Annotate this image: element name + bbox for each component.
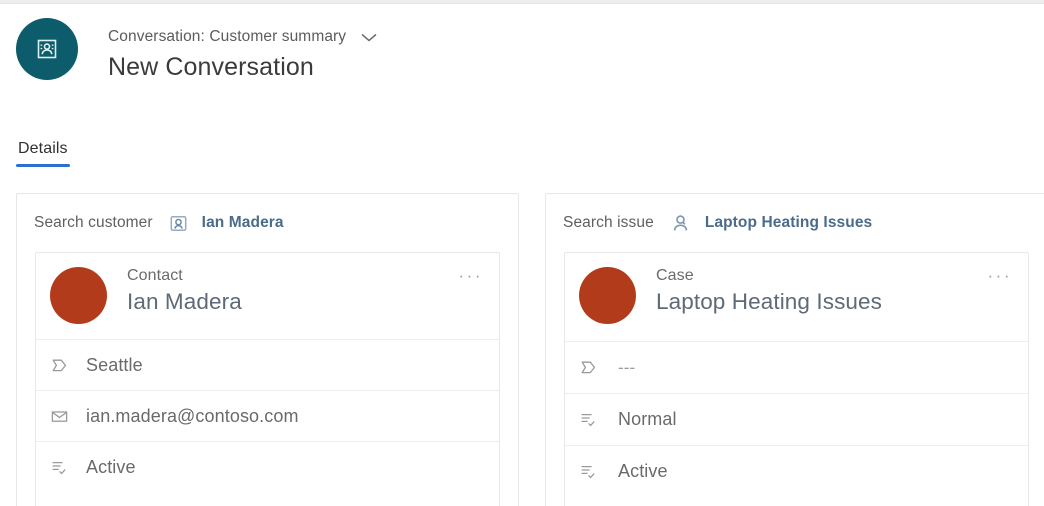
status-list-icon: [580, 464, 604, 479]
contact-detail-row-location: Seattle: [36, 339, 499, 390]
case-status-value: Active: [618, 461, 668, 481]
issue-summary-card: Search issue Laptop Heating Issues Case …: [545, 193, 1044, 506]
case-overflow-menu-button[interactable]: ···: [988, 267, 1012, 284]
issue-search-row[interactable]: Search issue Laptop Heating Issues: [546, 194, 1044, 252]
customer-search-label: Search customer: [34, 214, 153, 231]
issue-search-label: Search issue: [563, 214, 654, 231]
contact-status-value: Active: [86, 456, 136, 477]
customer-summary-card: Search customer Ian Madera Contact Ian M…: [16, 193, 519, 506]
conversation-icon: [16, 18, 78, 80]
case-record-type: Case: [656, 267, 694, 284]
window-top-strip: [0, 0, 1044, 4]
case-detail-row-status: Active: [565, 445, 1028, 497]
contact-record-heading: Contact Ian Madera: [127, 265, 242, 315]
avatar: [579, 267, 636, 324]
conversation-summary-page: Conversation: Customer summary New Conve…: [0, 0, 1044, 506]
header-subtitle: Conversation: Customer summary: [108, 28, 347, 45]
tab-details-label: Details: [18, 140, 68, 157]
page-title: New Conversation: [108, 53, 314, 81]
tab-selected-indicator: [16, 164, 70, 167]
header-text-block: Conversation: Customer summary New Conve…: [108, 18, 380, 82]
page-header: Conversation: Customer summary New Conve…: [16, 18, 380, 82]
contact-record-type: Contact: [127, 267, 183, 284]
contact-location-value: Seattle: [86, 354, 143, 375]
case-record-card: Case Laptop Heating Issues ··· --- Norma…: [564, 252, 1029, 506]
contact-detail-row-status: Active: [36, 441, 499, 492]
customer-search-row[interactable]: Search customer Ian Madera: [17, 194, 518, 252]
case-record-header: Case Laptop Heating Issues ···: [565, 253, 1028, 341]
avatar: [50, 267, 107, 324]
header-subtitle-row[interactable]: Conversation: Customer summary: [108, 28, 380, 46]
contact-email-value: ian.madera@contoso.com: [86, 405, 299, 426]
tag-icon: [51, 358, 75, 373]
customer-search-value[interactable]: Ian Madera: [202, 214, 284, 232]
case-subject-value: ---: [618, 357, 636, 377]
issue-search-value[interactable]: Laptop Heating Issues: [705, 214, 872, 232]
contact-overflow-menu-button[interactable]: ···: [459, 267, 483, 284]
case-detail-row-subject: ---: [565, 341, 1028, 393]
envelope-icon: [51, 409, 75, 423]
status-list-icon: [51, 460, 75, 475]
status-list-icon: [580, 412, 604, 427]
tab-bar: Details: [16, 140, 70, 167]
contact-record-header: Contact Ian Madera ···: [36, 253, 499, 339]
contact-card-icon: [169, 214, 188, 233]
tab-details[interactable]: Details: [16, 140, 70, 167]
details-card-row: Search customer Ian Madera Contact Ian M…: [16, 193, 1044, 506]
case-detail-row-priority: Normal: [565, 393, 1028, 445]
case-record-name: Laptop Heating Issues: [656, 289, 883, 314]
contact-record-card: Contact Ian Madera ··· Seattle ian.mader…: [35, 252, 500, 506]
contact-detail-row-email: ian.madera@contoso.com: [36, 390, 499, 441]
person-search-icon: [670, 213, 691, 233]
case-record-heading: Case Laptop Heating Issues: [656, 265, 882, 315]
case-priority-value: Normal: [618, 409, 677, 429]
tag-icon: [580, 360, 604, 375]
contact-record-name: Ian Madera: [127, 289, 242, 314]
chevron-down-icon[interactable]: [358, 30, 380, 44]
